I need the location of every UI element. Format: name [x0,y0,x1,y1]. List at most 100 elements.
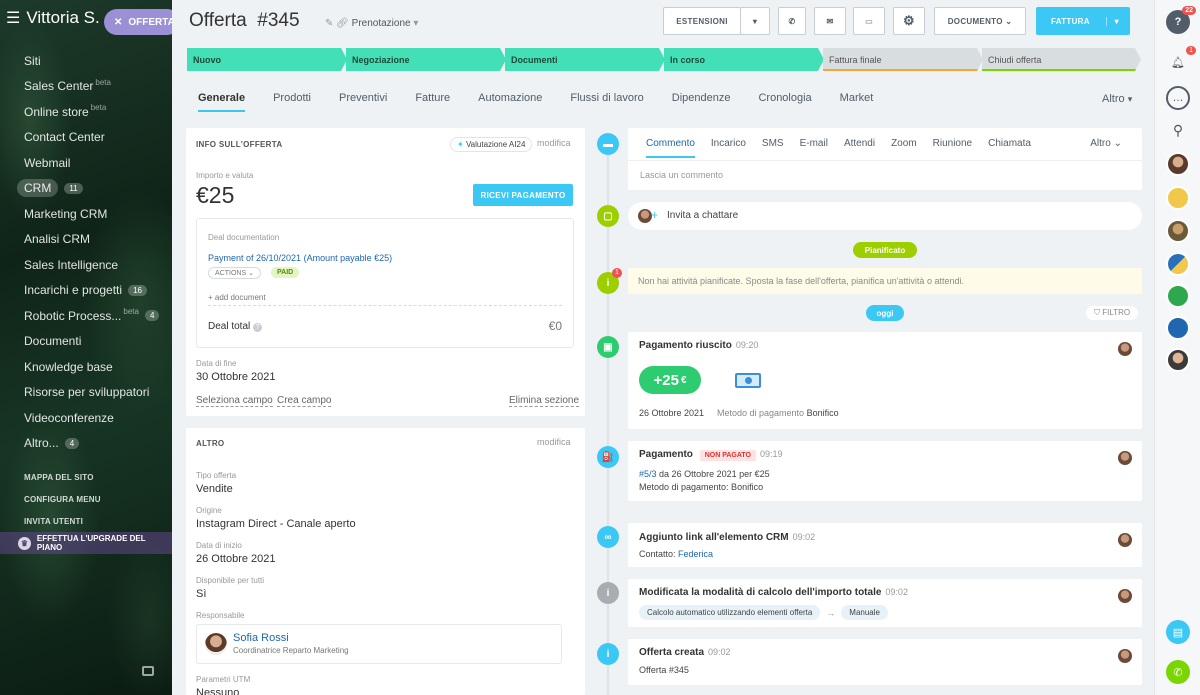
help-icon[interactable]: ? 22 [1166,6,1196,34]
invite-users-link[interactable]: INVITA UTENTI [24,510,101,532]
composer-tab-sms[interactable]: SMS [762,138,784,158]
sidebar-item-risorse[interactable]: Risorse per sviluppatori [0,380,172,406]
sidebar-links: MAPPA DEL SITO CONFIGURA MENU INVITA UTE… [24,466,101,532]
invite-chat-bar[interactable]: + Invita a chattare [628,202,1142,230]
avatar[interactable] [1166,252,1190,276]
avatar[interactable] [1166,152,1190,176]
stage-in-corso[interactable]: In corso [664,48,824,71]
contact-link[interactable]: Federica [678,549,713,559]
extensions-button[interactable]: ESTENSIONI [663,7,741,35]
end-date-value: 30 Ottobre 2021 [196,371,276,383]
composer-tab-chiamata[interactable]: Chiamata [988,138,1031,158]
sidebar-item-sales-center[interactable]: Sales Center beta [0,74,172,100]
altro-edit-link[interactable]: modifica [537,437,571,447]
no-activity-notice: Non hai attività pianificate. Sposta la … [628,268,1142,294]
actions-dropdown[interactable]: ACTIONS ⌄ [208,267,261,279]
sidebar-item-documenti[interactable]: Documenti [0,329,172,355]
composer-tab-email[interactable]: E-mail [800,138,828,158]
tab-fatture[interactable]: Fatture [415,92,450,112]
email-button[interactable]: ✉ [814,7,846,35]
tab-market[interactable]: Market [840,92,874,112]
tab-cronologia[interactable]: Cronologia [758,92,811,112]
stage-negoziazione[interactable]: Negoziazione [346,48,506,71]
pencil-icon[interactable]: ✎ [325,18,333,29]
delete-section-link[interactable]: Elimina sezione [509,395,580,407]
composer-tab-commento[interactable]: Commento [646,138,695,158]
sidebar-item-sales-intelligence[interactable]: Sales Intelligence [0,252,172,278]
tab-prodotti[interactable]: Prodotti [273,92,311,112]
responsible-name[interactable]: Sofia Rossi [233,632,289,644]
search-icon[interactable]: ⚲ [1166,118,1190,142]
sidebar-item-analisi-crm[interactable]: Analisi CRM [0,227,172,253]
ai-score-badge[interactable]: ✦ Valutazione AI24 [450,137,533,152]
filter-button[interactable]: ⛉ FILTRO [1086,306,1139,320]
sitemap-link[interactable]: MAPPA DEL SITO [24,466,101,488]
invoice-button[interactable]: FATTURA ▾ [1036,7,1130,35]
sidebar-item-knowledge-base[interactable]: Knowledge base [0,354,172,380]
offer-slider-pill[interactable]: ✕ OFFERTA [104,9,172,35]
sidebar-item-marketing-crm[interactable]: Marketing CRM [0,201,172,227]
avatar[interactable] [1166,186,1190,210]
avatar[interactable] [1166,348,1190,372]
settings-button[interactable]: ⚙ [893,7,925,35]
tab-flussi[interactable]: Flussi di lavoro [570,92,643,112]
payment-ref-link[interactable]: #5/3 [639,469,657,479]
hamburger-icon[interactable]: ☰ [6,8,20,28]
responsible-box[interactable]: Sofia Rossi Coordinatrice Reparto Market… [196,624,562,664]
open-channels-icon[interactable]: ▤ [1166,620,1190,644]
bell-icon[interactable]: 🔔︎ 1 [1166,46,1196,74]
extensions-dropdown-button[interactable]: ▾ [740,7,770,35]
stage-chiudi-offerta[interactable]: Chiudi offerta [982,48,1141,71]
tab-automazione[interactable]: Automazione [478,92,542,112]
upgrade-plan-button[interactable]: ♛ EFFETTUA L'UPGRADE DEL PIANO [0,532,172,554]
tab-generale[interactable]: Generale [198,92,246,112]
tab-dipendenze[interactable]: Dipendenze [672,92,731,112]
comment-input[interactable]: Lascia un commento [640,170,723,180]
tabs-more-button[interactable]: Altro ▾ [1102,93,1132,105]
chat-icon[interactable]: … [1166,86,1190,110]
avatar [1118,533,1132,547]
create-field-link[interactable]: Crea campo [277,395,332,407]
composer-tab-zoom[interactable]: Zoom [891,138,917,158]
stage-documenti[interactable]: Documenti [505,48,665,71]
sidebar-item-robotic-process[interactable]: Robotic Process... beta 4 [0,303,172,329]
receive-payment-button[interactable]: RICEVI PAGAMENTO [473,184,573,206]
group-icon[interactable] [1166,316,1190,340]
payment-link[interactable]: Payment of 26/10/2021 (Amount payable €2… [208,253,392,263]
sidebar-item-crm[interactable]: CRM 11 [0,176,172,202]
sidebar-item-videoconferenze[interactable]: Videoconferenze [0,405,172,431]
composer-tab-attendi[interactable]: Attendi [844,138,875,158]
printer-icon[interactable] [142,666,154,676]
select-field-link[interactable]: Seleziona campo [196,395,273,407]
sidebar-item-contact-center[interactable]: Contact Center [0,125,172,151]
chevron-down-icon[interactable]: ▾ [1105,16,1119,26]
add-document-link[interactable]: + add document [208,293,266,302]
sidebar-item-siti[interactable]: Siti [0,48,172,74]
info-edit-link[interactable]: modifica [537,138,571,148]
sidebar-item-altro[interactable]: Altro... 4 [0,431,172,457]
composer-tab-riunione[interactable]: Riunione [933,138,972,158]
stage-fattura-finale[interactable]: Fattura finale [823,48,983,71]
avatar[interactable] [1166,219,1190,243]
close-icon[interactable]: ✕ [114,17,122,28]
tab-preventivi[interactable]: Preventivi [339,92,387,112]
phone-button[interactable]: ✆ [778,7,806,35]
chevron-down-icon: ▾ [413,18,419,29]
sidebar-item-online-store[interactable]: Online store beta [0,99,172,125]
phone-icon[interactable]: ✆ [1166,660,1190,684]
link-icon[interactable]: 🔗︎ [336,18,349,29]
document-button[interactable]: DOCUMENTO ⌄ [934,7,1026,35]
composer-more[interactable]: Altro ⌄ [1090,138,1122,149]
portal-title[interactable]: Vittoria S. [26,8,99,28]
field-value: Sì [196,588,207,600]
stage-nuovo[interactable]: Nuovo [187,48,347,71]
help-icon[interactable]: ? [253,323,263,332]
amount-value: €25 [196,182,235,208]
configure-menu-link[interactable]: CONFIGURA MENU [24,488,101,510]
composer-tab-incarico[interactable]: Incarico [711,138,746,158]
sidebar-item-incarichi[interactable]: Incarichi e progetti 16 [0,278,172,304]
title-subtitle[interactable]: ✎ 🔗︎ Prenotazione ▾ [325,18,418,29]
sidebar-item-webmail[interactable]: Webmail [0,150,172,176]
group-icon[interactable] [1166,284,1190,308]
chat-button[interactable]: ▭ [853,7,885,35]
